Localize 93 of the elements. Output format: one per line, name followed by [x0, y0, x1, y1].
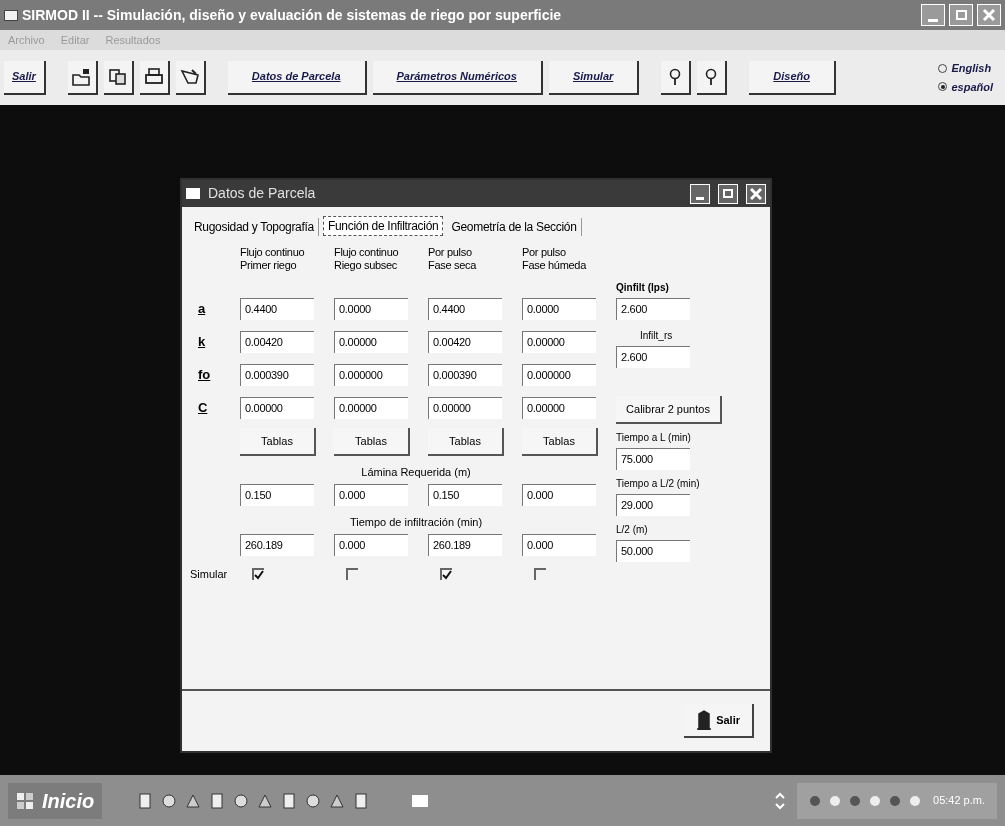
column-header: Por pulso Fase seca: [428, 245, 478, 272]
input-field[interactable]: 0.000: [334, 534, 408, 556]
input-field[interactable]: 0.00000: [334, 330, 408, 353]
radio-label: English: [951, 61, 992, 76]
input-field[interactable]: 0.00420: [240, 330, 314, 353]
exit-button[interactable]: Salir: [684, 704, 754, 738]
tray-icon[interactable]: [809, 794, 821, 807]
quick-launch-icon[interactable]: [162, 792, 177, 809]
input-field[interactable]: 0.000: [522, 534, 596, 556]
section-label: Lámina Requerida (m): [361, 464, 471, 480]
input-field[interactable]: 0.00000: [522, 330, 596, 353]
maximize-icon[interactable]: [718, 183, 738, 204]
input-field[interactable]: 0.00000: [240, 396, 314, 419]
input-field[interactable]: 0.150: [240, 484, 314, 506]
field-label: Infilt_rs: [639, 329, 674, 343]
input-field[interactable]: 2.600: [616, 298, 690, 320]
input-field[interactable]: 0.000: [522, 484, 596, 506]
parameter-label: k: [197, 332, 207, 351]
tab[interactable]: Rugosidad y Topografía: [190, 218, 319, 236]
input-field[interactable]: 0.4400: [240, 297, 314, 320]
tray-icon[interactable]: [889, 794, 901, 807]
quick-launch-icon[interactable]: [138, 792, 153, 809]
field-label: Qinfilt (lps): [616, 281, 670, 295]
toolbar-button[interactable]: Datos de Parcela: [227, 60, 367, 95]
field-label: Tiempo a L/2 (min): [616, 477, 701, 491]
input-field[interactable]: 260.189: [428, 534, 502, 556]
checkbox[interactable]: [440, 568, 452, 580]
input-field[interactable]: 260.189: [240, 534, 314, 556]
input-field[interactable]: 75.000: [616, 448, 690, 470]
input-field[interactable]: 0.000000: [522, 363, 596, 386]
quick-launch-icon[interactable]: [354, 792, 369, 809]
toolbar-button[interactable]: Parámetros Numéricos: [372, 60, 543, 95]
input-field[interactable]: 0.00000: [334, 396, 408, 419]
dialog-title: Datos de Parcela: [208, 184, 316, 203]
window-icon[interactable]: [412, 794, 429, 807]
tables-button[interactable]: Tablas: [240, 428, 316, 456]
input-field[interactable]: 29.000: [616, 494, 690, 516]
toolbar-button[interactable]: Salir: [4, 60, 46, 95]
tables-button[interactable]: Tablas: [522, 428, 598, 456]
field-label: Tiempo a L (min): [616, 431, 692, 445]
folder-icon[interactable]: [67, 60, 98, 95]
window-title: SIRMOD II -- Simulación, diseño y evaluación de sistemas de riego por superficie: [22, 5, 562, 25]
quick-launch-icon[interactable]: [330, 792, 345, 809]
close-icon[interactable]: [746, 183, 766, 204]
input-field[interactable]: 0.00000: [522, 396, 596, 419]
column-header: Flujo continuo Primer riego: [240, 245, 306, 272]
tray-icon[interactable]: [849, 794, 861, 807]
tab[interactable]: Función de Infiltración: [322, 216, 444, 236]
input-field[interactable]: 50.000: [616, 540, 690, 562]
window-icon: [186, 188, 200, 199]
printer-icon[interactable]: [139, 60, 170, 95]
input-field[interactable]: 0.4400: [428, 297, 502, 320]
tables-button[interactable]: Tablas: [334, 428, 410, 456]
toolbar-button[interactable]: Simular: [548, 60, 640, 95]
windows-logo-icon: [16, 791, 34, 810]
input-field[interactable]: 2.600: [616, 346, 690, 368]
tab[interactable]: Geometría de la Sección: [447, 218, 582, 236]
input-field[interactable]: 0.0000: [522, 297, 596, 320]
quick-launch-icon[interactable]: [186, 792, 201, 809]
column-header: Por pulso Fase húmeda: [522, 245, 588, 272]
quick-launch-icon[interactable]: [210, 792, 225, 809]
calibrate-button[interactable]: Calibrar 2 puntos: [616, 396, 722, 424]
input-field[interactable]: 0.000390: [428, 363, 502, 386]
radio-label: español: [951, 79, 993, 95]
tables-button[interactable]: Tablas: [428, 428, 504, 456]
copy-icon[interactable]: [103, 60, 134, 95]
clock: 05:42 p.m.: [933, 793, 985, 809]
simulate-label: Simular: [190, 566, 228, 582]
input-field[interactable]: 0.00420: [428, 330, 502, 353]
parameter-label: fo: [197, 365, 212, 384]
toolbar-button[interactable]: Diseño: [749, 60, 836, 95]
section-label: Tiempo de infiltración (min): [349, 514, 483, 530]
chevron-icon[interactable]: [775, 791, 785, 810]
quick-launch-icon[interactable]: [282, 792, 297, 809]
input-field[interactable]: 0.000000: [334, 363, 408, 386]
input-field[interactable]: 0.00000: [428, 396, 502, 419]
checkbox[interactable]: [346, 568, 358, 580]
input-field[interactable]: 0.000: [334, 484, 408, 506]
field-label: L/2 (m): [616, 523, 649, 537]
parameter-label: a: [197, 299, 207, 318]
quick-launch-icon[interactable]: [306, 792, 321, 809]
input-field[interactable]: 0.150: [428, 484, 502, 506]
input-field[interactable]: 0.000390: [240, 363, 314, 386]
start-button[interactable]: Inicio: [8, 782, 103, 819]
minimize-icon[interactable]: [690, 183, 710, 204]
column-header: Flujo continuo Riego subsec: [334, 245, 400, 272]
quick-launch-icon[interactable]: [234, 792, 249, 809]
checkbox[interactable]: [534, 568, 546, 580]
window-icon: [4, 9, 18, 21]
quick-launch-icon[interactable]: [258, 792, 273, 809]
parameter-label: C: [197, 398, 209, 417]
checkbox[interactable]: [252, 568, 264, 580]
input-field[interactable]: 0.0000: [334, 297, 408, 320]
